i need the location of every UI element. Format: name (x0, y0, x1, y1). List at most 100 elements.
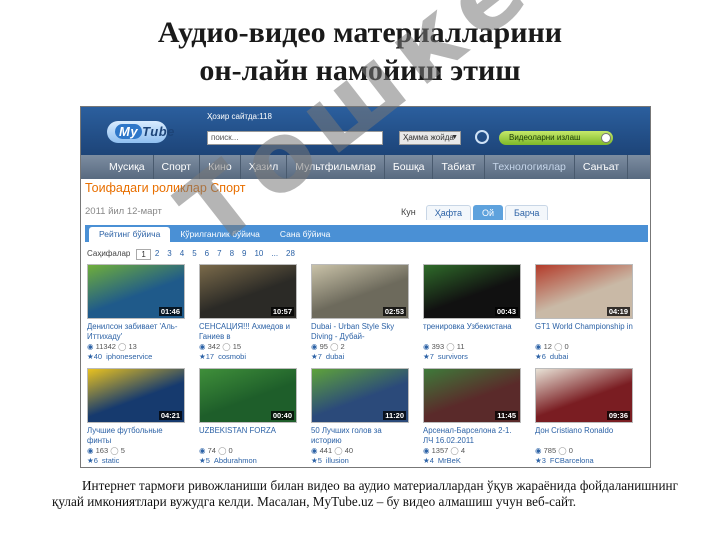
sort-tab[interactable]: Сана бўйича (270, 227, 341, 242)
star-icon: ★ (199, 352, 206, 361)
video-author-link[interactable]: dubai (326, 352, 344, 361)
video-views: 393 (431, 342, 445, 351)
video-views: 95 (319, 342, 328, 351)
video-title-link[interactable]: тренировка Узбекистана (423, 322, 523, 341)
video-card[interactable]: 09:36 Дон Cristiano Ronaldo ◉ 785 ◯ 0 ★3 FCB… (535, 368, 635, 466)
pagination: Саҳифалар 1 2 3 4 5 6 7 8 9 10... 28 (87, 249, 299, 260)
video-search-toggle-label: Видеоларни излаш (509, 133, 581, 142)
video-title-link[interactable]: 50 Лучших голов за историю (311, 426, 411, 445)
nav-item[interactable]: Технологиялар (485, 155, 575, 179)
video-thumbnail[interactable]: 02:53 (311, 264, 409, 319)
nav-item[interactable]: Табиат (433, 155, 485, 179)
page-link[interactable]: 2 (151, 249, 163, 260)
page-link[interactable]: 9 (238, 249, 250, 260)
video-title-link[interactable]: СЕНСАЦИЯ!!! Ахмедов и Ганиев в (199, 322, 299, 341)
video-thumbnail[interactable]: 09:36 (535, 368, 633, 423)
nav-item[interactable]: Мусиқа (101, 155, 154, 179)
video-card[interactable]: 10:57 СЕНСАЦИЯ!!! Ахмедов и Ганиев в ◉ 342… (199, 264, 299, 362)
video-author-link[interactable]: static (102, 456, 120, 465)
video-author-link[interactable]: dubai (550, 352, 568, 361)
video-author-link[interactable]: iphoneservice (106, 352, 152, 361)
page-link[interactable]: 3 (163, 249, 175, 260)
video-card[interactable]: 00:40 UZBEKISTAN FORZA ◉ 74 ◯ 0 ★5 Abdurahmo… (199, 368, 299, 466)
video-author-link[interactable]: cosmobi (218, 352, 246, 361)
search-input[interactable]: поиск... (207, 131, 383, 145)
video-title-link[interactable]: Денилсон забивает 'Аль-Иттихаду' (87, 322, 187, 341)
star-icon: ★ (535, 456, 542, 465)
nav-item[interactable]: Ҳазил (241, 155, 288, 179)
nav-item[interactable]: Спорт (154, 155, 201, 179)
video-thumbnail[interactable]: 04:21 (87, 368, 185, 423)
period-tab[interactable]: Кун (393, 205, 424, 220)
views-icon: ◉ (535, 446, 544, 455)
video-thumbnail[interactable]: 11:45 (423, 368, 521, 423)
nav-item[interactable]: Кино (200, 155, 241, 179)
video-card[interactable]: 02:53 Dubai - Urban Style Sky Diving - Ду… (311, 264, 411, 362)
video-title-link[interactable]: UZBEKISTAN FORZA (199, 426, 299, 445)
video-card[interactable]: 00:43 тренировка Узбекистана ◉ 393 ◯ 11 ★7 s… (423, 264, 523, 362)
comments-icon: ◯ (215, 446, 229, 455)
page-link[interactable]: 28 (282, 249, 299, 260)
mytube-logo[interactable]: My Tube (107, 121, 174, 143)
sort-tab[interactable]: Кўрилганлик бўйича (170, 227, 270, 242)
page-link[interactable]: 8 (226, 249, 238, 260)
page-link[interactable]: 7 (213, 249, 225, 260)
video-title-link[interactable]: Dubai - Urban Style Sky Diving - Дубай- (311, 322, 411, 341)
video-stats: ◉ 441 ◯ 40 (311, 446, 411, 456)
video-thumbnail[interactable]: 11:20 (311, 368, 409, 423)
video-title-link[interactable]: Дон Cristiano Ronaldo (535, 426, 635, 445)
video-card[interactable]: 11:45 Арсенал-Барселона 2-1. ЛЧ 16.02.201… (423, 368, 523, 466)
video-stats: ◉ 1357 ◯ 4 (423, 446, 523, 456)
video-card[interactable]: 11:20 50 Лучших голов за историю ◉ 441 ◯ 4… (311, 368, 411, 466)
video-duration: 01:46 (158, 307, 182, 316)
video-comments: 15 (232, 342, 242, 351)
nav-item[interactable]: Санъат (575, 155, 629, 179)
video-thumbnail[interactable]: 04:19 (535, 264, 633, 319)
period-tab[interactable]: Барча (505, 205, 549, 220)
video-search-toggle[interactable]: Видеоларни излаш (499, 131, 613, 145)
video-title-link[interactable]: GT1 World Championship in (535, 322, 635, 341)
video-title-link[interactable]: Лучшие футбольные финты (87, 426, 187, 445)
period-tab[interactable]: Ой (472, 205, 503, 220)
toggle-knob (601, 133, 611, 143)
video-author-link[interactable]: survivors (438, 352, 468, 361)
comments-icon: ◯ (327, 342, 341, 351)
page-link[interactable]: 5 (188, 249, 200, 260)
search-scope-value: Ҳамма жойда (403, 133, 454, 142)
video-comments: 4 (460, 446, 466, 455)
video-thumbnail[interactable]: 10:57 (199, 264, 297, 319)
video-views: 74 (207, 446, 216, 455)
page-link[interactable]: 4 (176, 249, 188, 260)
video-comments: 0 (564, 342, 569, 351)
mytube-screenshot: My Tube Ҳозир сайтда:118 поиск... Ҳамма ж… (80, 106, 651, 468)
sort-tabs: Рейтинг бўйича Кўрилганлик бўйича Сана бўй… (85, 225, 648, 242)
sort-tab[interactable]: Рейтинг бўйича (89, 227, 171, 242)
video-title-link[interactable]: Арсенал-Барселона 2-1. ЛЧ 16.02.2011 (423, 426, 523, 445)
video-card[interactable]: 01:46 Денилсон забивает 'Аль-Иттихаду' ◉ 1… (87, 264, 187, 362)
video-author-link[interactable]: FCBarcelona (550, 456, 594, 465)
page-link[interactable]: 1 (136, 249, 151, 260)
online-counter: Ҳозир сайтда:118 (207, 112, 272, 121)
video-stats: ◉ 12 ◯ 0 (535, 342, 635, 352)
page-link[interactable]: 6 (201, 249, 213, 260)
comments-icon: ◯ (444, 342, 457, 351)
views-icon: ◉ (423, 446, 432, 455)
video-thumbnail[interactable]: 00:43 (423, 264, 521, 319)
video-thumbnail[interactable]: 01:46 (87, 264, 185, 319)
video-card[interactable]: 04:21 Лучшие футбольные финты ◉ 163 ◯ 5 ★6 s… (87, 368, 187, 466)
video-duration: 00:43 (494, 307, 518, 316)
video-author-link[interactable]: illusion (326, 456, 349, 465)
site-header: My Tube Ҳозир сайтда:118 поиск... Ҳамма ж… (81, 107, 650, 155)
nav-item[interactable]: Бошқа (385, 155, 434, 179)
search-scope-select[interactable]: Ҳамма жойда ▼ (399, 131, 461, 145)
video-author-link[interactable]: MrBeK (438, 456, 461, 465)
search-icon[interactable] (475, 130, 489, 144)
period-tab[interactable]: Ҳафта (425, 205, 471, 220)
page-link[interactable]: 10 (250, 249, 267, 260)
video-author-link[interactable]: Abdurahmon (214, 456, 257, 465)
video-views: 342 (207, 342, 221, 351)
video-card[interactable]: 04:19 GT1 World Championship in ◉ 12 ◯ 0 ★6… (535, 264, 635, 362)
nav-item[interactable]: Мультфильмлар (287, 155, 385, 179)
video-thumbnail[interactable]: 00:40 (199, 368, 297, 423)
logo-my: My (115, 124, 143, 139)
